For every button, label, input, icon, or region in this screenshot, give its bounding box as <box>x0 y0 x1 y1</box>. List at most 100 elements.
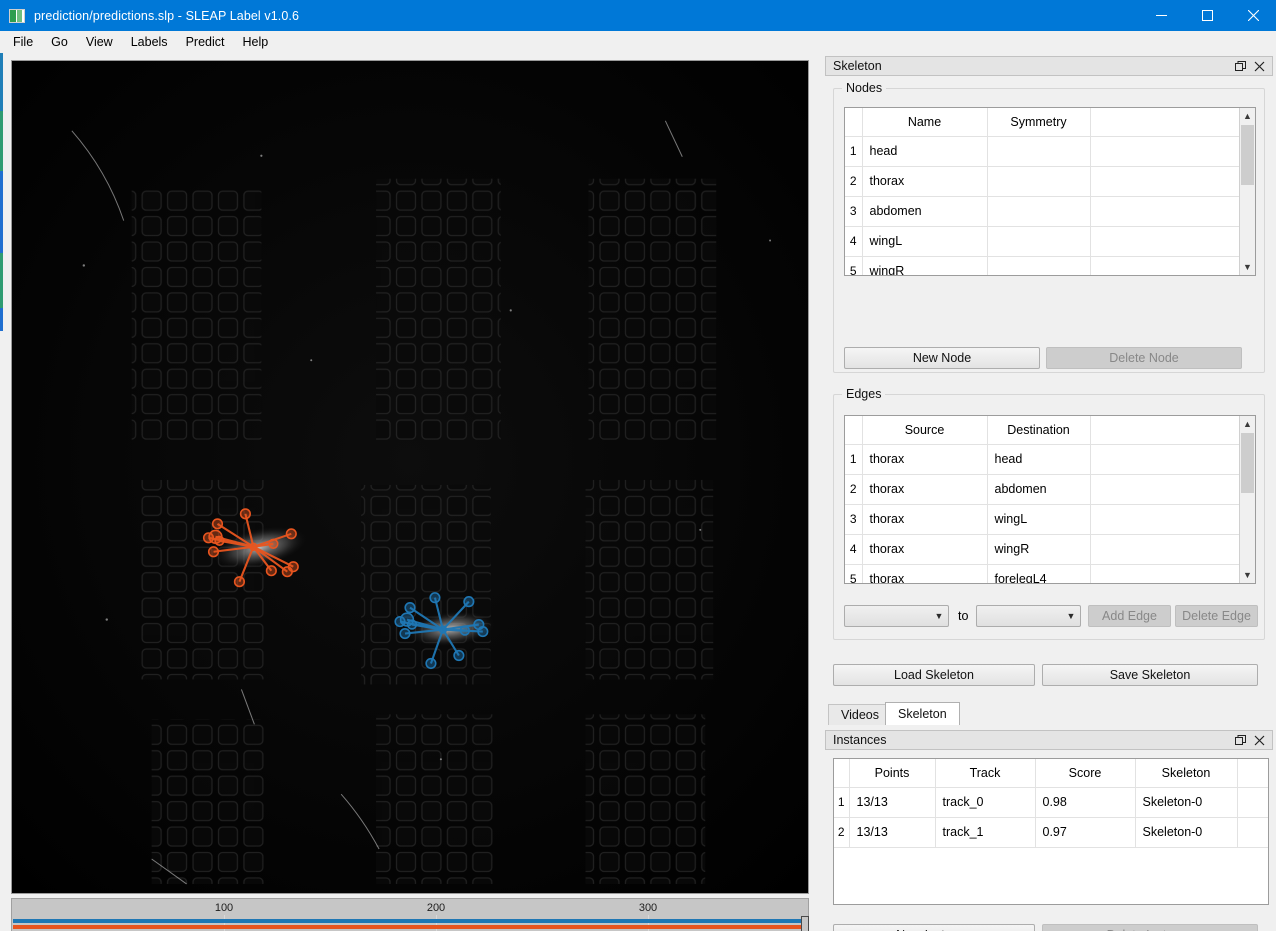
table-row[interactable]: 4 thorax wingR <box>845 534 1255 565</box>
table-row[interactable]: 2 thorax <box>845 166 1255 197</box>
edges-cell-destination[interactable]: head <box>987 444 1091 475</box>
tab-skeleton[interactable]: Skeleton <box>885 702 960 725</box>
close-panel-icon[interactable] <box>1251 732 1268 748</box>
new-node-button[interactable]: New Node <box>844 347 1040 369</box>
table-row[interactable]: 3 abdomen <box>845 196 1255 227</box>
edge-source-combo[interactable]: ▼ <box>844 605 949 627</box>
edges-col-destination[interactable]: Destination <box>987 416 1091 445</box>
float-panel-icon[interactable] <box>1232 732 1249 748</box>
instances-cell-score[interactable]: 0.97 <box>1035 817 1136 848</box>
instances-col-track[interactable]: Track <box>935 759 1036 788</box>
close-icon[interactable] <box>1230 0 1276 31</box>
delete-node-button[interactable]: Delete Node <box>1046 347 1242 369</box>
tab-videos[interactable]: Videos <box>828 704 892 725</box>
maximize-icon[interactable] <box>1184 0 1230 31</box>
instances-cell-skeleton[interactable]: Skeleton-0 <box>1135 817 1238 848</box>
table-row[interactable]: 5 thorax forelegL4 <box>845 564 1255 583</box>
instances-col-skeleton[interactable]: Skeleton <box>1135 759 1238 788</box>
menu-predict[interactable]: Predict <box>177 32 234 53</box>
nodes-cell-symmetry[interactable] <box>987 256 1091 275</box>
table-row[interactable]: 5 wingR <box>845 256 1255 275</box>
instances-cell-filler <box>1237 817 1268 848</box>
skeleton-panel-titlebar: Skeleton <box>825 56 1273 76</box>
edges-cell-destination[interactable]: wingL <box>987 504 1091 535</box>
edges-cell-source[interactable]: thorax <box>862 534 988 565</box>
instances-col-score[interactable]: Score <box>1035 759 1136 788</box>
instances-table[interactable]: Points Track Score Skeleton 1 13/13 trac… <box>833 758 1269 905</box>
instances-cell-track[interactable]: track_0 <box>935 787 1036 818</box>
edges-cell-destination[interactable]: forelegL4 <box>987 564 1091 583</box>
nodes-row-index: 5 <box>845 256 863 275</box>
edges-cell-source[interactable]: thorax <box>862 504 988 535</box>
instances-panel-titlebar: Instances <box>825 730 1273 750</box>
delete-edge-button[interactable]: Delete Edge <box>1175 605 1258 627</box>
seekbar-track[interactable]: 100 200 300 <box>12 899 809 931</box>
nodes-cell-symmetry[interactable] <box>987 166 1091 197</box>
scrollbar-thumb[interactable] <box>1241 433 1254 493</box>
seek-playhead[interactable] <box>801 916 809 931</box>
add-edge-button[interactable]: Add Edge <box>1088 605 1171 627</box>
nodes-cell-name[interactable]: wingL <box>862 226 988 257</box>
scrollbar-thumb[interactable] <box>1241 125 1254 185</box>
new-instance-button[interactable]: New Instance <box>833 924 1035 931</box>
instances-col-points[interactable]: Points <box>849 759 936 788</box>
menu-go[interactable]: Go <box>42 32 77 53</box>
nodes-row-index: 1 <box>845 136 863 167</box>
table-row[interactable]: 2 thorax abdomen <box>845 474 1255 505</box>
close-panel-icon[interactable] <box>1251 58 1268 74</box>
edges-cell-filler <box>1090 534 1255 565</box>
instances-cell-skeleton[interactable]: Skeleton-0 <box>1135 787 1238 818</box>
load-skeleton-button[interactable]: Load Skeleton <box>833 664 1035 686</box>
instances-cell-points[interactable]: 13/13 <box>849 817 936 848</box>
menu-help[interactable]: Help <box>233 32 277 53</box>
edges-cell-source[interactable]: thorax <box>862 474 988 505</box>
nodes-cell-name[interactable]: abdomen <box>862 196 988 227</box>
edges-table[interactable]: Source Destination 1 thorax head 2 thora… <box>844 415 1256 584</box>
seek-track-row-track_0 <box>13 919 807 923</box>
video-frame-image <box>12 61 808 893</box>
nodes-cell-name[interactable]: wingR <box>862 256 988 275</box>
instances-cell-points[interactable]: 13/13 <box>849 787 936 818</box>
nodes-cell-filler <box>1090 226 1255 257</box>
edge-destination-combo[interactable]: ▼ <box>976 605 1081 627</box>
nodes-cell-symmetry[interactable] <box>987 226 1091 257</box>
edges-cell-source[interactable]: thorax <box>862 564 988 583</box>
save-skeleton-button[interactable]: Save Skeleton <box>1042 664 1258 686</box>
seekbar[interactable]: 100 200 300 ‹ › <box>11 898 809 931</box>
table-row[interactable]: 1 thorax head <box>845 444 1255 475</box>
table-row[interactable]: 4 wingL <box>845 226 1255 257</box>
edges-table-scrollbar[interactable]: ▲ ▼ <box>1239 416 1255 583</box>
edges-cell-destination[interactable]: abdomen <box>987 474 1091 505</box>
instances-cell-score[interactable]: 0.98 <box>1035 787 1136 818</box>
edges-cell-source[interactable]: thorax <box>862 444 988 475</box>
table-row[interactable]: 1 13/13 track_0 0.98 Skeleton-0 <box>834 787 1268 818</box>
nodes-cell-name[interactable]: head <box>862 136 988 167</box>
nodes-col-symmetry[interactable]: Symmetry <box>987 108 1091 137</box>
nodes-cell-name[interactable]: thorax <box>862 166 988 197</box>
nodes-cell-filler <box>1090 166 1255 197</box>
nodes-col-name[interactable]: Name <box>862 108 988 137</box>
delete-instance-button[interactable]: Delete Instance <box>1042 924 1258 931</box>
table-row[interactable]: 2 13/13 track_1 0.97 Skeleton-0 <box>834 817 1268 848</box>
scroll-up-icon[interactable]: ▲ <box>1240 416 1255 432</box>
float-panel-icon[interactable] <box>1232 58 1249 74</box>
menu-view[interactable]: View <box>77 32 122 53</box>
edges-col-source[interactable]: Source <box>862 416 988 445</box>
scroll-down-icon[interactable]: ▼ <box>1240 259 1255 275</box>
video-display[interactable] <box>11 60 809 894</box>
nodes-table-scrollbar[interactable]: ▲ ▼ <box>1239 108 1255 275</box>
menu-file[interactable]: File <box>4 32 42 53</box>
nodes-cell-symmetry[interactable] <box>987 136 1091 167</box>
table-row[interactable]: 1 head <box>845 136 1255 167</box>
nodes-cell-symmetry[interactable] <box>987 196 1091 227</box>
nodes-group-label: Nodes <box>842 81 887 95</box>
edges-cell-destination[interactable]: wingR <box>987 534 1091 565</box>
instances-cell-track[interactable]: track_1 <box>935 817 1036 848</box>
table-row[interactable]: 3 thorax wingL <box>845 504 1255 535</box>
instances-cell-filler <box>1237 787 1268 818</box>
minimize-icon[interactable] <box>1138 0 1184 31</box>
scroll-up-icon[interactable]: ▲ <box>1240 108 1255 124</box>
nodes-table[interactable]: Name Symmetry 1 head 2 thorax 3 abdomen … <box>844 107 1256 276</box>
scroll-down-icon[interactable]: ▼ <box>1240 567 1255 583</box>
menu-labels[interactable]: Labels <box>122 32 177 53</box>
